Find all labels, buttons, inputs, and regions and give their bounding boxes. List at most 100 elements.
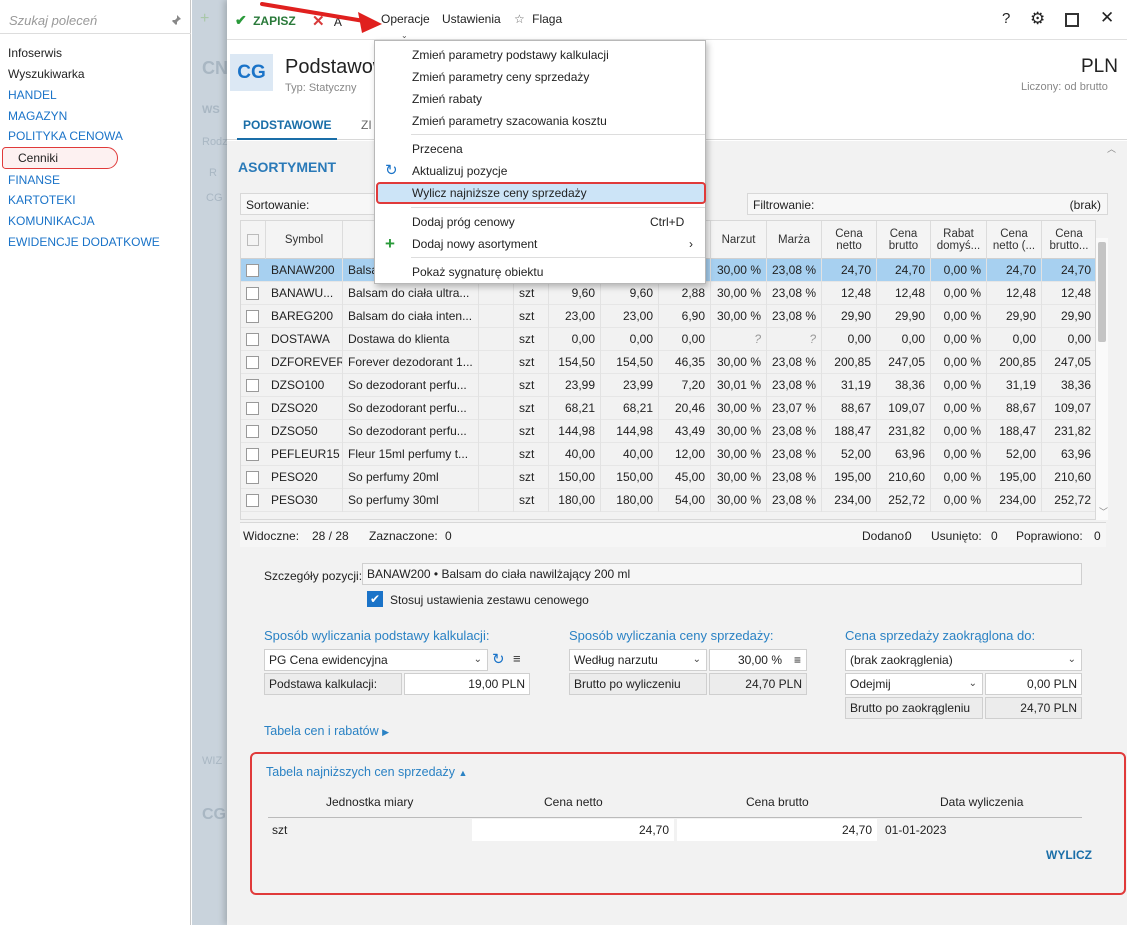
help-icon[interactable]: ? — [1002, 10, 1010, 27]
nav-komunikacja[interactable]: KOMUNIKACJA — [8, 214, 95, 228]
table-row[interactable]: BAREG200 Balsam do ciała inten... szt 23,00… — [241, 305, 1095, 328]
header-margin[interactable]: Marża — [767, 221, 822, 259]
refresh-icon: ↻ — [385, 162, 398, 179]
row-checkbox[interactable] — [246, 333, 259, 346]
nav-wyszukiwarka[interactable]: Wyszukiwarka — [8, 67, 85, 81]
nav-infoserwis[interactable]: Infoserwis — [8, 46, 62, 60]
row-checkbox[interactable] — [246, 356, 259, 369]
row-checkbox[interactable] — [246, 310, 259, 323]
table-cell: 154,50 — [601, 351, 659, 374]
row-checkbox[interactable] — [246, 287, 259, 300]
table-cell: 210,60 — [877, 466, 931, 489]
lowest-prices-link[interactable]: Tabela najniższych cen sprzedaży ▲ — [266, 765, 467, 779]
apply-settings-checkbox[interactable]: ✔ — [367, 591, 383, 607]
table-cell: 12,48 — [1042, 282, 1095, 305]
round-op-value[interactable]: 0,00 PLN — [985, 673, 1082, 695]
header-net-price[interactable]: Cena netto — [822, 221, 877, 259]
menu-change-cost[interactable]: Zmień parametry szacowania kosztu — [376, 110, 706, 132]
header-symbol[interactable]: Symbol — [266, 221, 343, 259]
markup-percent-field[interactable]: 30,00 % ≡ — [709, 649, 807, 671]
nav-magazyn[interactable]: MAGAZYN — [8, 109, 67, 123]
round-select[interactable]: (brak zaokrąglenia) ⌄ — [845, 649, 1082, 671]
row-checkbox[interactable] — [246, 402, 259, 415]
pricelist-badge: CG — [230, 54, 273, 91]
scroll-down-icon[interactable]: ﹀ — [1099, 505, 1108, 518]
sale-method-select[interactable]: Według narzutu ⌄ — [569, 649, 707, 671]
menu-add-assortment[interactable]: + Dodaj nowy asortyment › — [376, 233, 706, 255]
menu-change-discounts[interactable]: Zmień rabaty — [376, 88, 706, 110]
menu-show-signature[interactable]: Pokaż sygnaturę obiektu — [376, 261, 706, 283]
prices-table-link[interactable]: Tabela cen i rabatów ▶ — [264, 724, 389, 738]
settings-button[interactable]: Ustawienia — [442, 12, 501, 26]
row-checkbox[interactable] — [246, 494, 259, 507]
nav-kartoteki[interactable]: KARTOTEKI — [8, 193, 76, 207]
table-row[interactable]: DZSO20 So dezodorant perfu... szt 68,21 68,2… — [241, 397, 1095, 420]
menu-lines-icon[interactable]: ≡ — [513, 651, 521, 666]
table-row[interactable]: PESO30 So perfumy 30ml szt 180,00 180,00 54,0… — [241, 489, 1095, 512]
scroll-thumb[interactable] — [1098, 242, 1106, 342]
table-row[interactable]: DZSO50 So dezodorant perfu... szt 144,98 144… — [241, 420, 1095, 443]
header-discount[interactable]: Rabat domyś... — [931, 221, 987, 259]
table-row[interactable]: PESO20 So perfumy 20ml szt 150,00 150,00 45,0… — [241, 466, 1095, 489]
menu-lines-icon[interactable]: ≡ — [794, 650, 801, 670]
round-op-select[interactable]: Odejmij ⌄ — [845, 673, 983, 695]
base-method-select[interactable]: PG Cena ewidencyjna ⌄ — [264, 649, 488, 671]
table-cell: 195,00 — [987, 466, 1042, 489]
pin-icon[interactable] — [170, 14, 182, 29]
menu-przecena[interactable]: Przecena — [376, 138, 706, 160]
header-gross-price[interactable]: Cena brutto — [877, 221, 931, 259]
tab-podstawowe[interactable]: PODSTAWOWE — [237, 113, 338, 140]
calculate-button[interactable]: WYLICZ — [1046, 848, 1092, 862]
table-row[interactable]: DZSO100 So dezodorant perfu... szt 23,99 23,… — [241, 374, 1095, 397]
close-icon[interactable]: ✕ — [1100, 8, 1114, 28]
nav-handel[interactable]: HANDEL — [8, 88, 57, 102]
menu-add-threshold[interactable]: Dodaj próg cenowy Ctrl+D — [376, 211, 706, 233]
row-checkbox[interactable] — [246, 264, 259, 277]
selected-label: Zaznaczone: — [369, 529, 438, 543]
gear-icon[interactable]: ⚙ — [1030, 9, 1045, 29]
scroll-up-icon[interactable]: ︿ — [1107, 142, 1116, 155]
table-cell: 23,00 — [549, 305, 601, 328]
tab-other[interactable]: ZI — [361, 118, 372, 132]
table-scrollbar[interactable] — [1096, 238, 1108, 520]
row-checkbox[interactable] — [246, 379, 259, 392]
table-cell: ? — [711, 328, 767, 351]
refresh-icon[interactable]: ↻ — [492, 650, 505, 668]
nav-cenniki[interactable]: Cenniki — [2, 147, 118, 169]
lowest-table-row[interactable]: szt 24,70 24,70 01-01-2023 — [268, 819, 1082, 841]
table-cell: 23,00 — [601, 305, 659, 328]
table-cell: 46,35 — [659, 351, 711, 374]
row-checkbox[interactable] — [246, 471, 259, 484]
table-cell — [479, 466, 514, 489]
search-input[interactable]: Szukaj poleceń — [9, 13, 97, 28]
round-result-value: 24,70 PLN — [985, 697, 1082, 719]
row-checkbox[interactable] — [246, 448, 259, 461]
header-markup[interactable]: Narzut — [711, 221, 767, 259]
header-net-price-2[interactable]: Cena netto (... — [987, 221, 1042, 259]
table-row[interactable]: PEFLEUR15 Fleur 15ml perfumy t... szt 40,00… — [241, 443, 1095, 466]
chevron-up-icon: ▲ — [458, 768, 468, 778]
menu-calc-lowest[interactable]: Wylicz najniższe ceny sprzedaży — [376, 182, 706, 204]
table-cell: szt — [514, 351, 549, 374]
row-checkbox[interactable] — [246, 425, 259, 438]
filter-bar[interactable]: Filtrowanie: (brak) — [747, 193, 1108, 215]
nav-ewidencje[interactable]: EWIDENCJE DODATKOWE — [8, 235, 160, 249]
nav-finanse[interactable]: FINANSE — [8, 173, 60, 187]
maximize-icon[interactable] — [1065, 13, 1079, 27]
table-row[interactable]: DOSTAWA Dostawa do klienta szt 0,00 0,00 0,00… — [241, 328, 1095, 351]
bg-text-4: R — [209, 167, 217, 179]
table-cell: BANAW200 — [266, 259, 343, 282]
menu-change-sale[interactable]: Zmień parametry ceny sprzedaży — [376, 66, 706, 88]
select-all-checkbox[interactable] — [241, 221, 266, 259]
menu-update-items[interactable]: ↻ Aktualizuj pozycje — [376, 160, 706, 182]
nav-polityka-cenowa[interactable]: POLITYKA CENOWA — [8, 129, 123, 143]
table-row[interactable]: BANAWU... Balsam do ciała ultra... szt 9,60… — [241, 282, 1095, 305]
table-row[interactable]: DZFOREVER Forever dezodorant 1... szt 154,5… — [241, 351, 1095, 374]
command-search[interactable]: Szukaj poleceń — [0, 8, 191, 34]
header-gross-price-2[interactable]: Cena brutto... — [1042, 221, 1095, 259]
removed-value: 0 — [991, 529, 998, 543]
base-value-field[interactable]: 19,00 PLN — [404, 673, 530, 695]
flag-button[interactable]: ☆ Flaga — [514, 12, 562, 26]
table-cell: 0,00 % — [931, 466, 987, 489]
menu-change-base[interactable]: Zmień parametry podstawy kalkulacji — [376, 44, 706, 66]
